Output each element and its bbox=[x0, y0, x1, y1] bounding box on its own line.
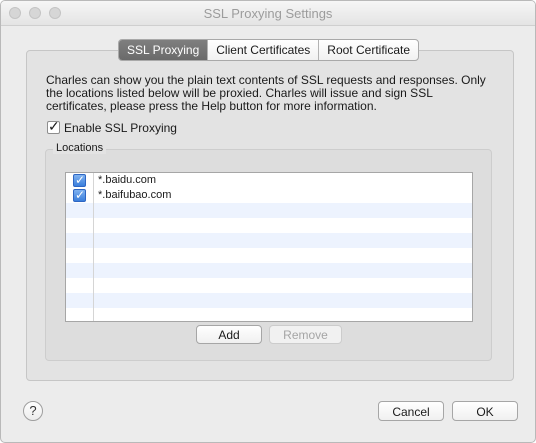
empty-row bbox=[66, 218, 472, 233]
ssl-proxying-settings-window: SSL Proxying Settings SSL Proxying Clien… bbox=[0, 0, 536, 443]
remove-button[interactable]: Remove bbox=[269, 325, 342, 344]
checkmark-icon: ✓ bbox=[75, 173, 86, 187]
tab-root-certificate[interactable]: Root Certificate bbox=[319, 40, 418, 60]
empty-row bbox=[66, 233, 472, 248]
location-host: *.baifubao.com bbox=[98, 189, 172, 201]
ok-button[interactable]: OK bbox=[452, 401, 518, 421]
location-enabled-checkbox[interactable]: ✓ bbox=[73, 188, 86, 202]
cancel-button[interactable]: Cancel bbox=[378, 401, 444, 421]
tab-ssl-proxying[interactable]: SSL Proxying bbox=[119, 40, 209, 60]
window-title: SSL Proxying Settings bbox=[203, 6, 333, 21]
column-divider bbox=[93, 173, 94, 321]
locations-list[interactable]: ✓ *.baidu.com ✓ *.baifubao.com bbox=[65, 172, 473, 322]
empty-row bbox=[66, 203, 472, 218]
tab-client-certificates[interactable]: Client Certificates bbox=[208, 40, 320, 60]
enable-ssl-proxying-checkbox[interactable]: ✓ bbox=[47, 118, 60, 134]
location-host: *.baidu.com bbox=[98, 174, 157, 186]
add-button[interactable]: Add bbox=[196, 325, 262, 344]
empty-row bbox=[66, 248, 472, 263]
title-bar: SSL Proxying Settings bbox=[1, 1, 535, 26]
description-text: Charles can show you the plain text cont… bbox=[46, 73, 486, 113]
empty-row bbox=[66, 278, 472, 293]
checkmark-icon: ✓ bbox=[75, 188, 86, 202]
checkmark-icon: ✓ bbox=[48, 118, 60, 134]
locations-group-label: Locations bbox=[53, 142, 107, 154]
empty-row bbox=[66, 293, 472, 308]
help-button[interactable]: ? bbox=[23, 401, 43, 421]
empty-row bbox=[66, 308, 472, 321]
tab-bar: SSL Proxying Client Certificates Root Ce… bbox=[118, 39, 419, 61]
location-enabled-checkbox[interactable]: ✓ bbox=[73, 173, 86, 187]
enable-ssl-proxying-label: Enable SSL Proxying bbox=[64, 121, 177, 135]
empty-row bbox=[66, 263, 472, 278]
question-mark-icon: ? bbox=[29, 403, 37, 418]
